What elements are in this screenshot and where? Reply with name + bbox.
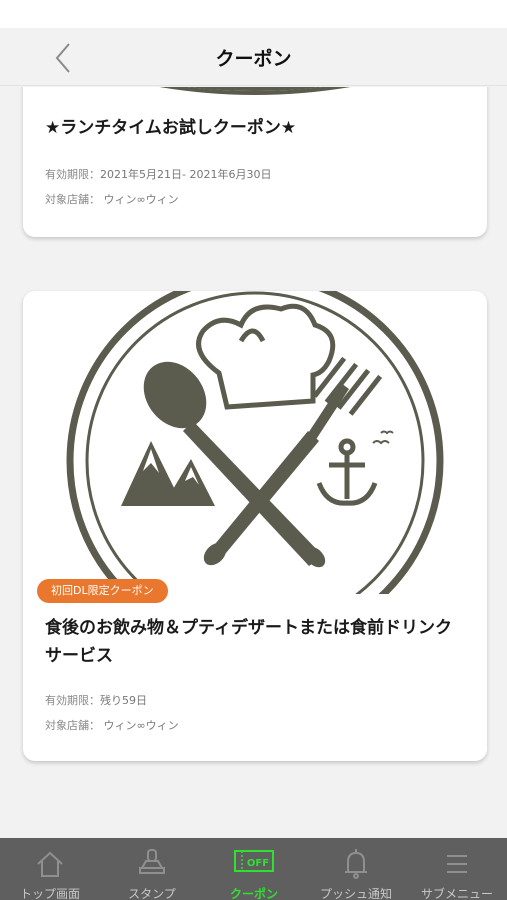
coupon-image	[23, 291, 487, 594]
tab-label: スタンプ	[128, 887, 176, 900]
coupon-icon-text: OFF	[247, 858, 269, 869]
tab-label: プッシュ通知	[319, 887, 392, 900]
tab-coupon[interactable]: OFF クーポン	[204, 838, 304, 900]
coupon-title: 食後のお飲み物＆プティデザートまたは食前ドリンクサービス	[45, 618, 452, 666]
coupon-shop: 対象店舗： ウィン∞ウィン	[45, 717, 179, 733]
status-bar	[0, 0, 507, 28]
shop-label: 対象店舗：	[45, 719, 100, 732]
coupon-off-icon: OFF	[234, 850, 274, 872]
period-label: 有効期限：	[45, 168, 100, 181]
status-badge: 初回DL限定クーポン	[37, 579, 168, 603]
coupon-period: 有効期限：2021年5月21日- 2021年6月30日	[45, 166, 271, 182]
tab-submenu[interactable]: サブメニュー	[407, 838, 507, 900]
coupon-shop: 対象店舗： ウィン∞ウィン	[45, 191, 179, 207]
coupon-image	[23, 87, 487, 97]
coupon-period: 有効期限：残り59日	[45, 692, 147, 708]
coupon-card[interactable]: ★ランチタイムお試しクーポン★ 有効期限：2021年5月21日- 2021年6月…	[23, 87, 487, 237]
page-title: クーポン	[215, 48, 292, 70]
period-value: 2021年5月21日- 2021年6月30日	[100, 168, 272, 181]
period-label: 有効期限：	[45, 694, 100, 707]
tab-push[interactable]: プッシュ通知	[306, 838, 406, 900]
shop-value: ウィン∞ウィン	[103, 719, 179, 732]
bell-icon	[345, 849, 367, 879]
tab-bar: トップ画面 スタンプ OFF クーポン プッシュ通知 サブメニュー	[0, 838, 507, 900]
coupon-list[interactable]: ★ランチタイムお試しクーポン★ 有効期限：2021年5月21日- 2021年6月…	[0, 87, 507, 837]
coupon-card[interactable]: 初回DL限定クーポン 食後のお飲み物＆プティデザートまたは食前ドリンクサービス …	[23, 291, 487, 761]
tab-label: トップ画面	[19, 887, 80, 900]
stamp-icon	[139, 849, 165, 874]
tab-label: サブメニュー	[420, 887, 493, 900]
period-value: 残り59日	[100, 694, 147, 707]
coupon-title: ★ランチタイムお試しクーポン★	[45, 118, 297, 138]
header: クーポン	[0, 28, 507, 86]
home-icon	[37, 851, 63, 877]
shop-label: 対象店舗：	[45, 193, 100, 206]
tab-stamp[interactable]: スタンプ	[102, 838, 202, 900]
tab-label: クーポン	[229, 887, 278, 900]
shop-value: ウィン∞ウィン	[103, 193, 179, 206]
restaurant-logo	[66, 291, 444, 594]
tab-home[interactable]: トップ画面	[0, 838, 100, 900]
menu-icon	[447, 855, 467, 873]
